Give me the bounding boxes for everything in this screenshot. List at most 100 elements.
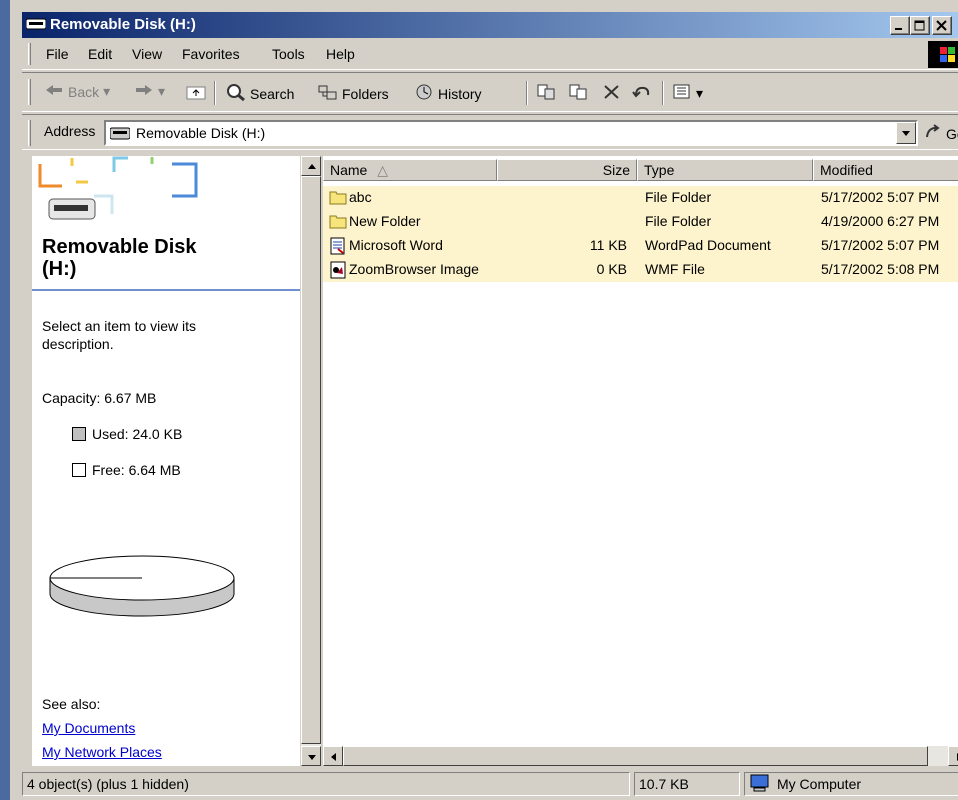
move-to-button[interactable] [536, 83, 558, 104]
file-row-abc[interactable]: abc File Folder 5/17/2002 5:07 PM [323, 186, 958, 210]
forward-arrow-icon [134, 83, 154, 100]
title-bar[interactable]: Removable Disk (H:) [22, 12, 958, 38]
file-size: 11 KB [589, 237, 627, 253]
status-objects: 4 object(s) (plus 1 hidden) [22, 772, 630, 796]
undo-button[interactable] [632, 83, 652, 104]
file-type: WMF File [645, 261, 705, 277]
search-button[interactable]: Search [226, 83, 294, 104]
address-bar: Address Removable Disk (H:) Go [22, 114, 958, 150]
file-modified: 4/19/2000 6:27 PM [821, 213, 940, 229]
up-folder-icon [186, 83, 208, 104]
removable-disk-icon [48, 196, 96, 225]
file-row-microsoft-word[interactable]: Microsoft Word 11 KB WordPad Document 5/… [323, 234, 958, 258]
column-header-name[interactable]: Name △ [323, 159, 497, 181]
scroll-up-button[interactable] [301, 156, 321, 176]
file-type: File Folder [645, 213, 712, 229]
file-name: New Folder [349, 213, 421, 229]
used-legend: Used: 24.0 KB [72, 426, 182, 442]
delete-button[interactable] [602, 83, 622, 104]
history-button[interactable]: History [414, 83, 482, 104]
file-name: ZoomBrowser Image [349, 261, 479, 277]
file-list: Name △ Size Type Modified abc File Folde… [323, 156, 958, 766]
file-type: WordPad Document [645, 237, 771, 253]
file-modified: 5/17/2002 5:08 PM [821, 261, 940, 277]
file-name: Microsoft Word [349, 237, 443, 253]
back-label: Back [68, 83, 100, 100]
my-network-places-link[interactable]: My Network Places [42, 744, 162, 760]
status-zone: My Computer [744, 772, 958, 796]
used-text: Used: 24.0 KB [92, 426, 183, 442]
drive-title-line1: Removable Disk [42, 236, 197, 258]
menu-help[interactable]: Help [326, 46, 355, 62]
toolbar-separator [526, 81, 528, 105]
address-dropdown-button[interactable] [896, 122, 916, 144]
menu-grip[interactable] [28, 43, 31, 65]
scroll-left-button[interactable] [323, 746, 343, 766]
address-value: Removable Disk (H:) [136, 125, 266, 141]
free-text: Free: 6.64 MB [92, 462, 181, 478]
search-label: Search [250, 85, 295, 102]
views-icon [672, 83, 692, 104]
wmf-file-icon [329, 261, 347, 282]
copy-to-button[interactable] [568, 83, 590, 104]
used-swatch [72, 427, 86, 441]
horizontal-scrollbar[interactable] [323, 746, 958, 766]
close-button[interactable] [932, 16, 952, 35]
address-grip[interactable] [28, 120, 31, 146]
scroll-down-button[interactable] [301, 746, 321, 766]
file-row-zoombrowser-image[interactable]: ZoomBrowser Image 0 KB WMF File 5/17/200… [323, 258, 958, 282]
scroll-thumb[interactable] [301, 176, 321, 744]
status-size: 10.7 KB [634, 772, 740, 796]
folders-label: Folders [342, 85, 389, 102]
address-input[interactable]: Removable Disk (H:) [104, 120, 918, 146]
zone-label: My Computer [777, 776, 862, 792]
column-header-modified[interactable]: Modified [813, 159, 958, 181]
item-description: Select an item to view its description. [42, 318, 197, 352]
removable-disk-icon [109, 127, 131, 144]
copy-to-icon [568, 83, 590, 104]
go-button[interactable]: Go [924, 123, 958, 144]
windows-logo-icon [928, 41, 958, 68]
minimize-button[interactable] [890, 16, 910, 35]
my-documents-link[interactable]: My Documents [42, 720, 135, 736]
column-header-size[interactable]: Size [497, 159, 637, 181]
file-type: File Folder [645, 189, 712, 205]
horizontal-scroll-thumb[interactable] [343, 746, 928, 766]
column-name-label: Name [330, 162, 368, 178]
forward-button[interactable]: ▾ [134, 83, 165, 100]
drive-title: Removable Disk (H:) [42, 236, 197, 280]
go-arrow-icon [924, 123, 942, 144]
address-label: Address [44, 123, 96, 139]
chevron-down-icon: ▾ [158, 83, 166, 99]
folders-icon [318, 83, 338, 104]
chevron-down-icon: ▾ [103, 83, 111, 99]
file-size: 0 KB [596, 261, 627, 277]
menu-favorites[interactable]: Favorites [182, 46, 240, 62]
folder-icon [329, 213, 347, 232]
toolbar-grip[interactable] [28, 79, 31, 105]
chevron-down-icon: ▾ [696, 85, 704, 101]
status-bar: 4 object(s) (plus 1 hidden) 10.7 KB My C… [22, 770, 958, 798]
wordpad-document-icon [329, 237, 347, 258]
menu-edit[interactable]: Edit [88, 46, 112, 62]
column-header-type[interactable]: Type [637, 159, 813, 181]
go-label: Go [946, 125, 958, 142]
left-pane-scrollbar[interactable] [301, 156, 321, 766]
window-title: Removable Disk (H:) [50, 16, 196, 33]
back-arrow-icon [44, 83, 64, 100]
menu-view[interactable]: View [132, 46, 162, 62]
menu-bar: File Edit View Favorites Tools Help [22, 40, 958, 70]
maximize-button[interactable] [910, 16, 930, 35]
up-folder-button[interactable] [186, 83, 208, 104]
free-swatch [72, 463, 86, 477]
scroll-right-button[interactable] [948, 746, 958, 766]
my-computer-icon [749, 774, 771, 795]
menu-tools[interactable]: Tools [272, 46, 305, 62]
menu-file[interactable]: File [46, 46, 69, 62]
file-row-new-folder[interactable]: New Folder File Folder 4/19/2000 6:27 PM [323, 210, 958, 234]
folder-icon [329, 189, 347, 208]
views-button[interactable]: ▾ [672, 83, 703, 104]
back-button[interactable]: Back ▾ [44, 83, 110, 100]
explorer-window: Removable Disk (H:) File Edit View Favor… [0, 0, 958, 800]
folders-button[interactable]: Folders [318, 83, 389, 104]
